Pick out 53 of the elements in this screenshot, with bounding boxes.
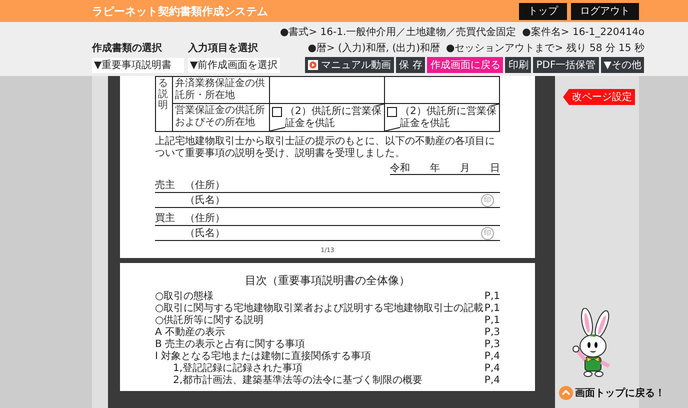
checkbox[interactable] [272,107,282,117]
option-label: （2）供託所に営業保証金を供託 [285,106,382,129]
toc-page: P,4 [484,351,500,363]
party-role: 売主 [155,180,176,192]
select-dropdown[interactable]: ▼前作成画面を選択 [188,58,280,73]
selector-label: 作成書類の選択 [92,42,163,55]
toolbar-button[interactable]: ▼その他 [600,57,644,73]
toc-page: P,4 [484,363,500,375]
caret-up-icon [559,386,573,400]
info-text: ●書式> 16-1.一般仲介用／土地建物／売買代金固定 [280,26,516,39]
option-label: （2）供託所に営業保証金を供託 [400,106,497,129]
toolbar-button[interactable]: 印刷 [505,57,532,73]
party-role: 買主 [155,213,176,225]
toc-page: P,3 [484,339,500,351]
toc-title: 目次（重要事項説明書の全体像） [245,274,410,287]
toc-entry: ○取引の態様 [155,291,214,302]
name-label: （氏名） [185,194,226,206]
select-dropdown[interactable]: ▼重要事項説明書 [92,58,184,73]
toc-page: P,4 [484,375,500,387]
toc-entry: ○取引に関与する宅地建物取引業者および説明する宅地建物取引士の記載 [155,303,484,314]
row-label: 弁済業務保証金の供託所・所在地 [175,78,266,101]
toc-page: P,1 [484,291,500,303]
toc-page: P,1 [484,303,500,315]
statement-text: 上記宅地建物取引士から取引士証の提示のもとに、以下の不動産の各項目について重要事項の説明を受け、説明書を受理しました。 [155,136,496,160]
toc-entry: 2,都市計画法、建築基準法等の法令に基づく制限の概要 [173,375,423,387]
toc-entry: A 不動産の表示 [155,327,226,338]
toolbar-button[interactable]: マニュアル動画 [305,57,394,73]
toc-entry: ○供託所等に関する説明 [155,315,264,326]
toc-entry: B 売主の表示と占有に関する事項 [155,339,306,350]
date-line: 令和 年 月 日 [390,163,500,175]
page-break-tag[interactable]: 改ページ設定 [563,89,635,105]
selector-label: 入力項目を選択 [188,42,259,55]
toc-page: P,3 [484,327,500,339]
toolbar-button[interactable]: 作成画面に戻る [427,57,504,73]
app-title: ラピーネット契約書類作成システム [92,4,268,18]
address-label: （住所） [185,213,226,225]
info-text: ●暦> (入力)和暦, (出力)和暦 [308,42,440,55]
toc-entry: Ⅰ 対象となる宅地または建物に直接関係する事項 [155,351,372,362]
back-to-top-link[interactable]: 画面トップに戻る！ [559,386,665,400]
header-button[interactable]: ログアウト [571,2,639,20]
section-label: る説明 [158,78,168,111]
name-label: （氏名） [185,228,226,240]
toolbar-button[interactable]: 保 存 [396,57,426,73]
video-icon [308,60,318,70]
address-label: （住所） [185,180,226,192]
info-text: ●セッションアウトまで> 残り 58 分 15 秒 [446,42,644,55]
checkbox[interactable] [387,107,397,117]
row-label: 営業保証金の供託所およびその所在地 [175,105,266,128]
toc-page: P,1 [484,315,500,327]
toc-entry: 1,登記記録に記録された事項 [173,363,303,374]
info-text: ●案件名> 16-1_220414o [522,26,644,39]
header-button[interactable]: トップ [519,2,567,20]
toolbar-button[interactable]: PDF一括保管 [533,57,599,73]
